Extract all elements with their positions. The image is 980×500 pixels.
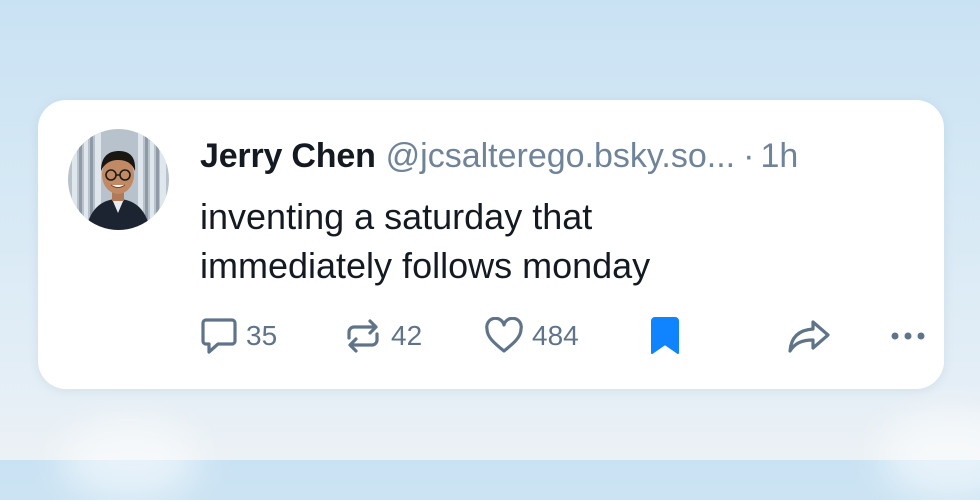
like-count: 484	[532, 320, 579, 351]
more-horizontal-icon	[891, 332, 925, 340]
repost-button[interactable]: 42	[343, 314, 422, 358]
post-timestamp[interactable]: 1h	[760, 137, 798, 175]
bookmark-button[interactable]	[648, 314, 682, 358]
reply-count: 35	[246, 320, 278, 351]
reply-bubble-icon	[201, 318, 237, 354]
heart-icon	[485, 317, 523, 353]
more-options-button[interactable]	[888, 314, 928, 358]
post-text: inventing a saturday that immediately fo…	[200, 196, 651, 286]
repost-count: 42	[391, 320, 423, 351]
like-button[interactable]: 484	[484, 314, 579, 358]
author-avatar[interactable]	[68, 129, 169, 230]
background-cloud	[880, 410, 980, 500]
repost-arrows-icon	[347, 319, 379, 353]
share-arrow-icon	[788, 320, 830, 353]
share-button[interactable]	[786, 314, 832, 358]
post-actions: 35 42 484	[200, 314, 930, 358]
post-header: Jerry Chen @jcsalterego.bsky.so... · 1h	[200, 136, 920, 176]
background-cloud	[60, 420, 200, 500]
author-display-name[interactable]: Jerry Chen	[200, 137, 376, 175]
author-handle[interactable]: @jcsalterego.bsky.so...	[386, 137, 735, 175]
post-card[interactable]: Jerry Chen @jcsalterego.bsky.so... · 1h inv…	[38, 100, 944, 389]
user-avatar-photo-icon	[68, 129, 169, 230]
header-separator: ·	[743, 137, 755, 175]
bookmark-icon	[651, 317, 679, 354]
reply-button[interactable]: 35	[200, 314, 277, 358]
